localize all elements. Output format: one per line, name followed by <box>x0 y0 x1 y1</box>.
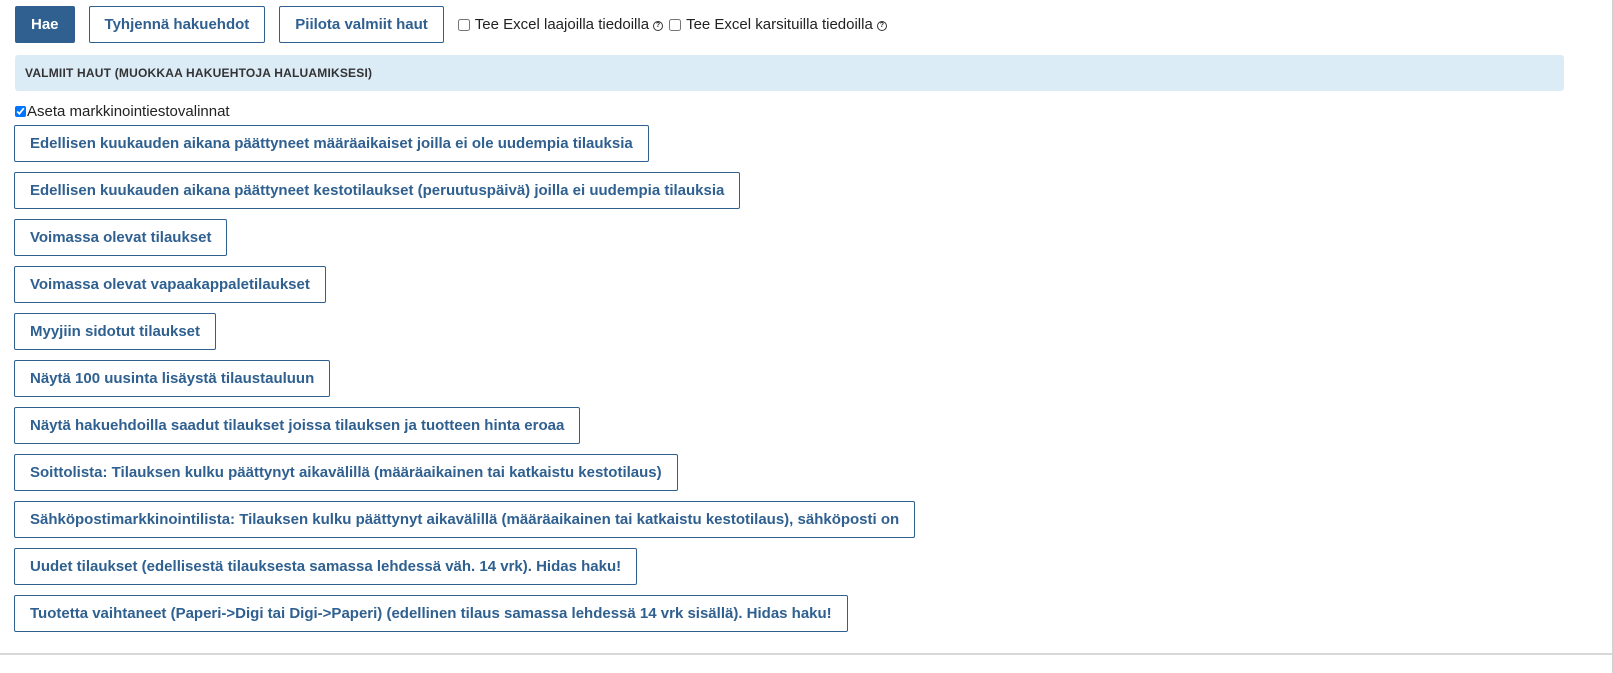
bottom-divider <box>0 653 1613 655</box>
saved-search-button[interactable]: Uudet tilaukset (edellisestä tilauksesta… <box>14 548 638 585</box>
toolbar: Hae Tyhjennä hakuehdot Piilota valmiit h… <box>15 6 893 43</box>
excel-full-label: Tee Excel laajoilla tiedoilla <box>474 16 650 33</box>
saved-search-button[interactable]: Tuotetta vaihtaneet (Paperi->Digi tai Di… <box>14 595 848 632</box>
excel-trimmed-option[interactable]: Tee Excel karsituilla tiedoilla ? <box>669 16 893 33</box>
saved-search-button[interactable]: Myyjiin sidotut tilaukset <box>14 313 217 350</box>
saved-search-button[interactable]: Edellisen kuukauden aikana päättyneet ke… <box>14 172 741 209</box>
search-button[interactable]: Hae <box>15 6 75 43</box>
help-icon[interactable]: ? <box>876 20 887 31</box>
excel-trimmed-label: Tee Excel karsituilla tiedoilla <box>686 16 873 33</box>
help-icon[interactable]: ? <box>653 20 664 31</box>
marketing-option[interactable]: Aseta markkinointiestovalinnat <box>15 102 230 120</box>
saved-searches-header: VALMIIT HAUT (MUOKKAA HAKUEHTOJA HALUAMI… <box>15 55 1564 91</box>
marketing-checkbox[interactable] <box>15 105 26 117</box>
clear-conditions-button[interactable]: Tyhjennä hakuehdot <box>88 6 266 43</box>
saved-search-button[interactable]: Edellisen kuukauden aikana päättyneet mä… <box>14 125 649 162</box>
excel-trimmed-checkbox[interactable] <box>669 18 682 31</box>
excel-full-checkbox[interactable] <box>457 18 470 31</box>
saved-search-button[interactable]: Sähköpostimarkkinointilista: Tilauksen k… <box>14 501 916 538</box>
excel-full-option[interactable]: Tee Excel laajoilla tiedoilla ? <box>457 16 669 33</box>
saved-search-button[interactable]: Voimassa olevat vapaakappaletilaukset <box>14 266 326 303</box>
saved-search-button[interactable]: Näytä 100 uusinta lisäystä tilaustauluun <box>14 360 331 397</box>
hide-saved-searches-button[interactable]: Piilota valmiit haut <box>279 6 444 43</box>
saved-search-button[interactable]: Voimassa olevat tilaukset <box>14 219 228 256</box>
marketing-label: Aseta markkinointiestovalinnat <box>27 102 230 120</box>
page: Hae Tyhjennä hakuehdot Piilota valmiit h… <box>0 0 1613 673</box>
saved-search-button[interactable]: Näytä hakuehdoilla saadut tilaukset jois… <box>14 407 581 444</box>
saved-search-button[interactable]: Soittolista: Tilauksen kulku päättynyt a… <box>14 454 678 491</box>
saved-searches-list: Edellisen kuukauden aikana päättyneet mä… <box>14 125 916 642</box>
